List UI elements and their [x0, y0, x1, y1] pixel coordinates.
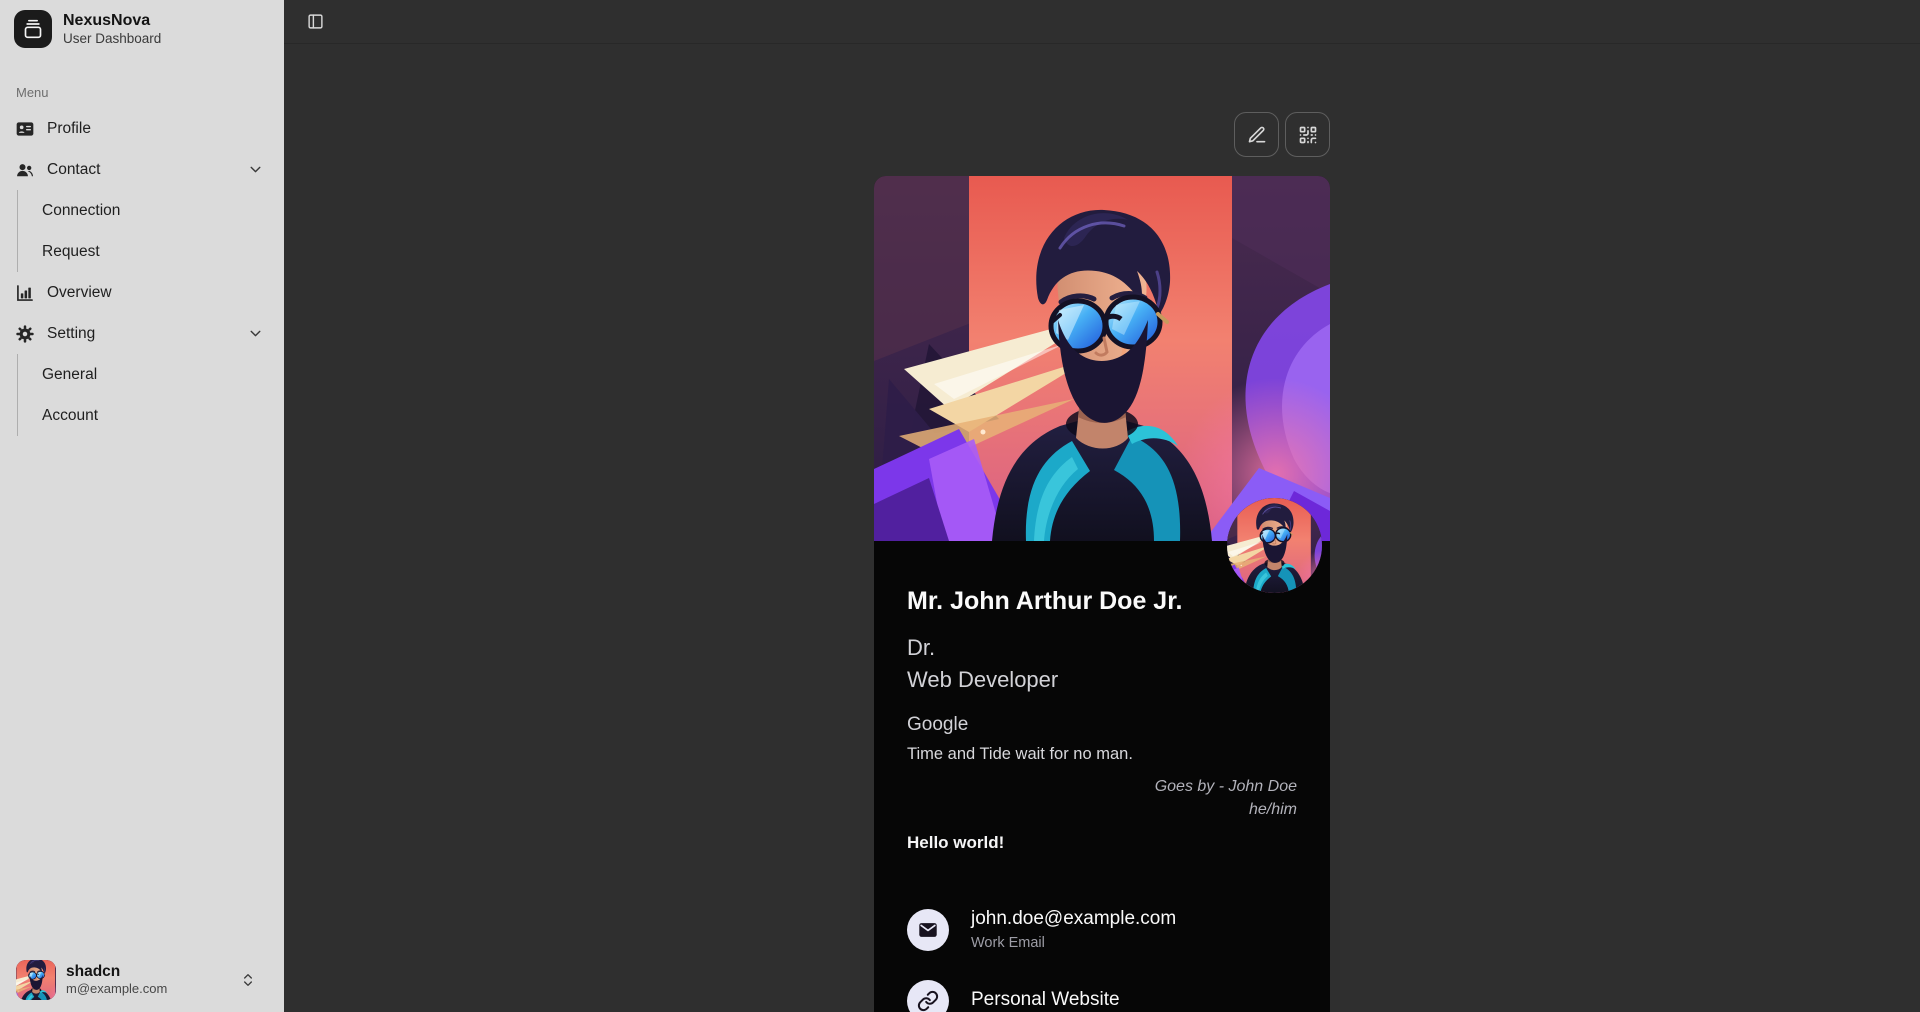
link-icon	[907, 980, 949, 1012]
sidebar-item-label: Account	[42, 407, 98, 425]
sidebar-item-label: Contact	[47, 161, 100, 179]
chevrons-up-down-icon	[240, 972, 256, 988]
contact-row-email[interactable]: john.doe@example.com Work Email	[907, 907, 1297, 952]
sidebar-item-contact[interactable]: Contact	[0, 149, 284, 190]
sidebar-item-label: Setting	[47, 325, 95, 343]
id-card-icon	[15, 119, 35, 139]
gear-icon	[15, 324, 35, 344]
profile-pronouns: he/him	[907, 798, 1297, 821]
sidebar-item-overview[interactable]: Overview	[0, 272, 284, 313]
sidebar: NexusNova User Dashboard Menu Profile Co…	[0, 0, 284, 1012]
sidebar-nav: Profile Contact Connection Request	[0, 108, 284, 1012]
profile-goes-by: Goes by - John Doe	[907, 775, 1297, 798]
qr-code-icon	[1298, 125, 1318, 145]
bar-chart-icon	[15, 283, 35, 303]
users-icon	[15, 160, 35, 180]
profile-card-body: Mr. John Arthur Doe Jr. Dr. Web Develope…	[874, 541, 1330, 1012]
user-name: shadcn	[66, 963, 167, 981]
brand-name: NexusNova	[63, 11, 161, 30]
contact-subgroup: Connection Request	[17, 190, 284, 272]
user-avatar	[16, 960, 56, 1000]
sidebar-item-profile[interactable]: Profile	[0, 108, 284, 149]
sidebar-toggle-button[interactable]	[300, 7, 330, 37]
profile-aside: Goes by - John Doe he/him	[907, 775, 1297, 821]
contact-value: Personal Website	[971, 988, 1120, 1011]
sidebar-item-label: Request	[42, 243, 100, 261]
setting-subgroup: General Account	[17, 354, 284, 436]
mail-icon	[907, 909, 949, 951]
profile-role: Web Developer	[907, 664, 1297, 696]
chevron-down-icon	[247, 325, 264, 342]
sidebar-item-account[interactable]: Account	[18, 395, 284, 436]
edit-profile-button[interactable]	[1234, 112, 1279, 157]
chevron-down-icon	[247, 161, 264, 178]
pen-line-icon	[1247, 125, 1267, 145]
sidebar-item-label: General	[42, 366, 97, 384]
sidebar-footer: shadcn m@example.com	[0, 948, 284, 1012]
user-menu-button[interactable]: shadcn m@example.com	[12, 956, 272, 1004]
profile-titles: Dr. Web Developer	[907, 632, 1297, 696]
top-bar	[284, 0, 1920, 44]
contact-text: john.doe@example.com Work Email	[971, 907, 1176, 952]
sidebar-item-label: Connection	[42, 202, 120, 220]
sidebar-item-label: Profile	[47, 120, 91, 138]
sidebar-item-connection[interactable]: Connection	[18, 190, 284, 231]
brand-text: NexusNova User Dashboard	[63, 11, 161, 47]
sidebar-item-request[interactable]: Request	[18, 231, 284, 272]
contact-list: john.doe@example.com Work Email Personal…	[907, 907, 1297, 1012]
profile-greeting: Hello world!	[907, 831, 1297, 855]
content-stage: Mr. John Arthur Doe Jr. Dr. Web Develope…	[284, 44, 1920, 1012]
profile-salutation: Dr.	[907, 632, 1297, 664]
contact-text: Personal Website	[971, 988, 1120, 1012]
panel-left-icon	[307, 13, 324, 30]
sidebar-item-general[interactable]: General	[18, 354, 284, 395]
brand-logo-icon	[14, 10, 52, 48]
app-root: NexusNova User Dashboard Menu Profile Co…	[0, 0, 1920, 1012]
sidebar-item-label: Overview	[47, 284, 112, 302]
qr-code-button[interactable]	[1285, 112, 1330, 157]
contact-row-website[interactable]: Personal Website	[907, 980, 1297, 1012]
profile-name: Mr. John Arthur Doe Jr.	[907, 586, 1297, 616]
brand[interactable]: NexusNova User Dashboard	[0, 0, 284, 58]
user-email: m@example.com	[66, 981, 167, 997]
contact-label: Work Email	[971, 934, 1176, 952]
card-toolbar	[874, 112, 1330, 157]
profile-avatar	[1227, 498, 1322, 593]
profile-card: Mr. John Arthur Doe Jr. Dr. Web Develope…	[874, 176, 1330, 1012]
brand-subtitle: User Dashboard	[63, 30, 161, 47]
main-area: Mr. John Arthur Doe Jr. Dr. Web Develope…	[284, 0, 1920, 1012]
contact-value: john.doe@example.com	[971, 907, 1176, 930]
profile-motto: Time and Tide wait for no man.	[907, 742, 1297, 766]
profile-company: Google	[907, 712, 1297, 738]
profile-cover-image	[874, 176, 1330, 541]
user-info: shadcn m@example.com	[66, 963, 167, 997]
sidebar-item-setting[interactable]: Setting	[0, 313, 284, 354]
sidebar-section-label: Menu	[16, 85, 284, 100]
